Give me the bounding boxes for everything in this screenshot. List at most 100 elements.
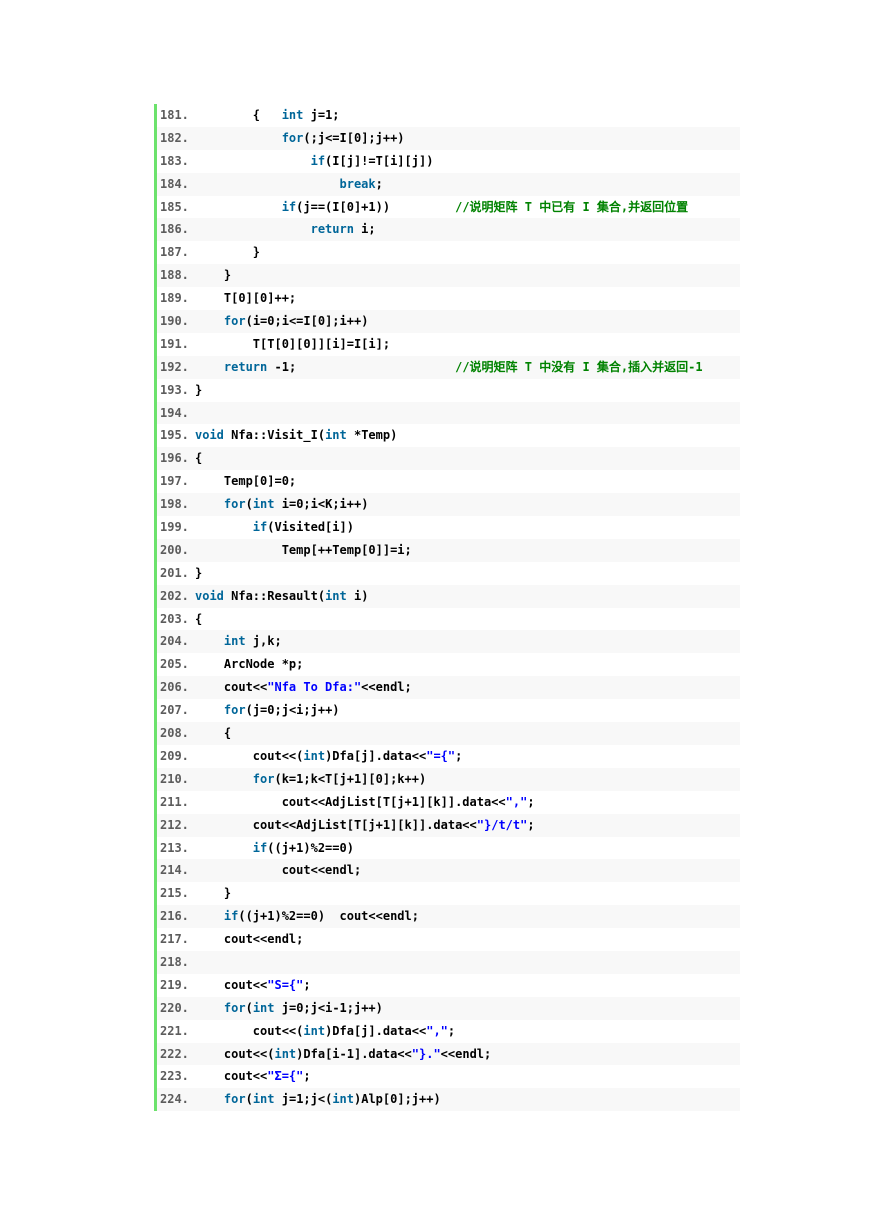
code-line: 189. T[0][0]++; [157,287,740,310]
code-token: } [195,268,232,283]
code-keyword: for [223,1000,246,1015]
code-line: 205. ArcNode *p; [157,653,740,676]
code-text: cout<<"Nfa To Dfa:"<<endl; [195,680,412,694]
line-number: 213. [160,840,189,855]
code-text: if((j+1)%2==0) [195,841,354,855]
code-keyword: if [223,909,239,924]
code-token: cout<< [195,977,268,992]
line-number: 221. [160,1023,189,1038]
code-keyword: for [223,1092,246,1107]
code-keyword: int [252,1092,275,1107]
code-string: "}." [411,1046,441,1061]
code-text: cout<<(int)Dfa[i-1].data<<"}."<<endl; [195,1047,491,1061]
code-keyword: for [223,703,246,718]
line-number: 208. [160,726,189,741]
code-line: 221. cout<<(int)Dfa[j].data<<","; [157,1020,740,1043]
code-token: } [195,565,203,580]
code-line: 200. Temp[++Temp[0]]=i; [157,538,740,562]
code-token: ; [527,794,535,809]
code-text: cout<<endl; [195,863,361,877]
line-number: 192. [160,359,189,374]
code-token: cout<<AdjList[T[j+1][k]].data<< [195,794,506,809]
code-keyword: for [223,314,246,329]
code-token: ; [447,1023,456,1038]
code-token: ; [375,176,383,191]
code-token: (j=0;j<i;j++) [245,703,340,718]
code-line: 197. Temp[0]=0; [157,470,740,493]
code-text: for(i=0;i<=I[0];i++) [195,314,369,329]
code-text: break; [195,177,383,191]
code-line: 212. cout<<AdjList[T[j+1][k]].data<<"}/t… [157,813,740,837]
line-number: 183. [160,153,189,168]
code-token: )Dfa[j].data<< [325,748,427,763]
code-text: for(int i=0;i<K;i++) [195,497,369,512]
code-line: 201.} [157,562,740,585]
code-token: i=0;i<K;i++) [274,497,369,512]
code-line: 204. int j,k; [157,630,740,654]
code-keyword: break [339,176,376,191]
code-token: ( [245,497,253,512]
line-number: 201. [160,565,189,580]
code-string: "," [505,794,528,809]
code-token: } [195,886,232,901]
code-token: cout<<AdjList[T[j+1][k]].data<< [195,817,477,832]
code-token: )Dfa[i-1].data<< [296,1046,412,1061]
line-number: 185. [160,199,189,214]
code-token: Nfa::Visit_I( [223,428,326,443]
code-token: i; [353,222,376,237]
code-text: ArcNode *p; [195,657,303,671]
code-text: if(Visited[i]) [195,520,354,534]
code-token: Temp[0]=0; [195,474,297,489]
code-line: 182. for(;j<=I[0];j++) [157,126,740,150]
code-text: cout<<(int)Dfa[j].data<<"={"; [195,748,463,763]
line-number: 203. [160,611,189,626]
code-text: } [195,383,202,397]
line-number: 194. [160,405,189,420]
code-line: 194. [157,401,740,425]
code-token: )Dfa[j].data<< [325,1023,427,1038]
code-keyword: int [281,108,304,122]
code-keyword: return [223,359,268,374]
code-token: (j==(I[0]+1)) [296,199,456,214]
code-text: for(int j=1;j<(int)Alp[0];j++) [195,1092,441,1106]
code-text: for(j=0;j<i;j++) [195,703,340,717]
code-text: for(;j<=I[0];j++) [195,131,405,145]
code-keyword: int [274,1046,297,1061]
line-number: 212. [160,817,189,832]
code-line: 183. if(I[j]!=T[i][j]) [157,150,740,173]
code-token: ((j+1)%2==0) cout<<endl; [238,909,419,924]
code-token: } [195,245,261,260]
code-string: "Σ={" [267,1069,304,1084]
line-number: 189. [160,291,189,306]
code-text: for(k=1;k<T[j+1][0];k++) [195,772,426,786]
code-line: 196. { [157,447,740,471]
code-line: 184. break; [157,172,740,196]
code-keyword: if [281,199,297,214]
code-token: ; [303,1069,311,1084]
code-token: -1; [267,359,456,374]
code-line: 218. [157,950,740,974]
code-token: (k=1;k<T[j+1][0];k++) [274,771,427,786]
code-token: { [195,611,203,626]
code-comment: //说明矩阵 T 中没有 I 集合,插入并返回-1 [455,359,703,374]
line-number: 196. [160,451,189,466]
code-token: ; [303,977,311,992]
code-text: Temp[0]=0; [195,474,296,488]
line-number: 204. [160,634,189,649]
code-token: (Visited[i]) [267,520,354,535]
code-line: 214. cout<<endl; [157,859,740,883]
code-token: cout<<( [195,1046,275,1061]
code-token: { [195,108,282,122]
code-keyword: int [252,1000,275,1015]
code-text: } [195,566,202,580]
code-line: 202. void Nfa::Resault(int i) [157,584,740,608]
code-line: 219. cout<<"S={"; [157,974,740,997]
line-number: 193. [160,382,189,397]
code-token: cout<< [195,680,268,695]
